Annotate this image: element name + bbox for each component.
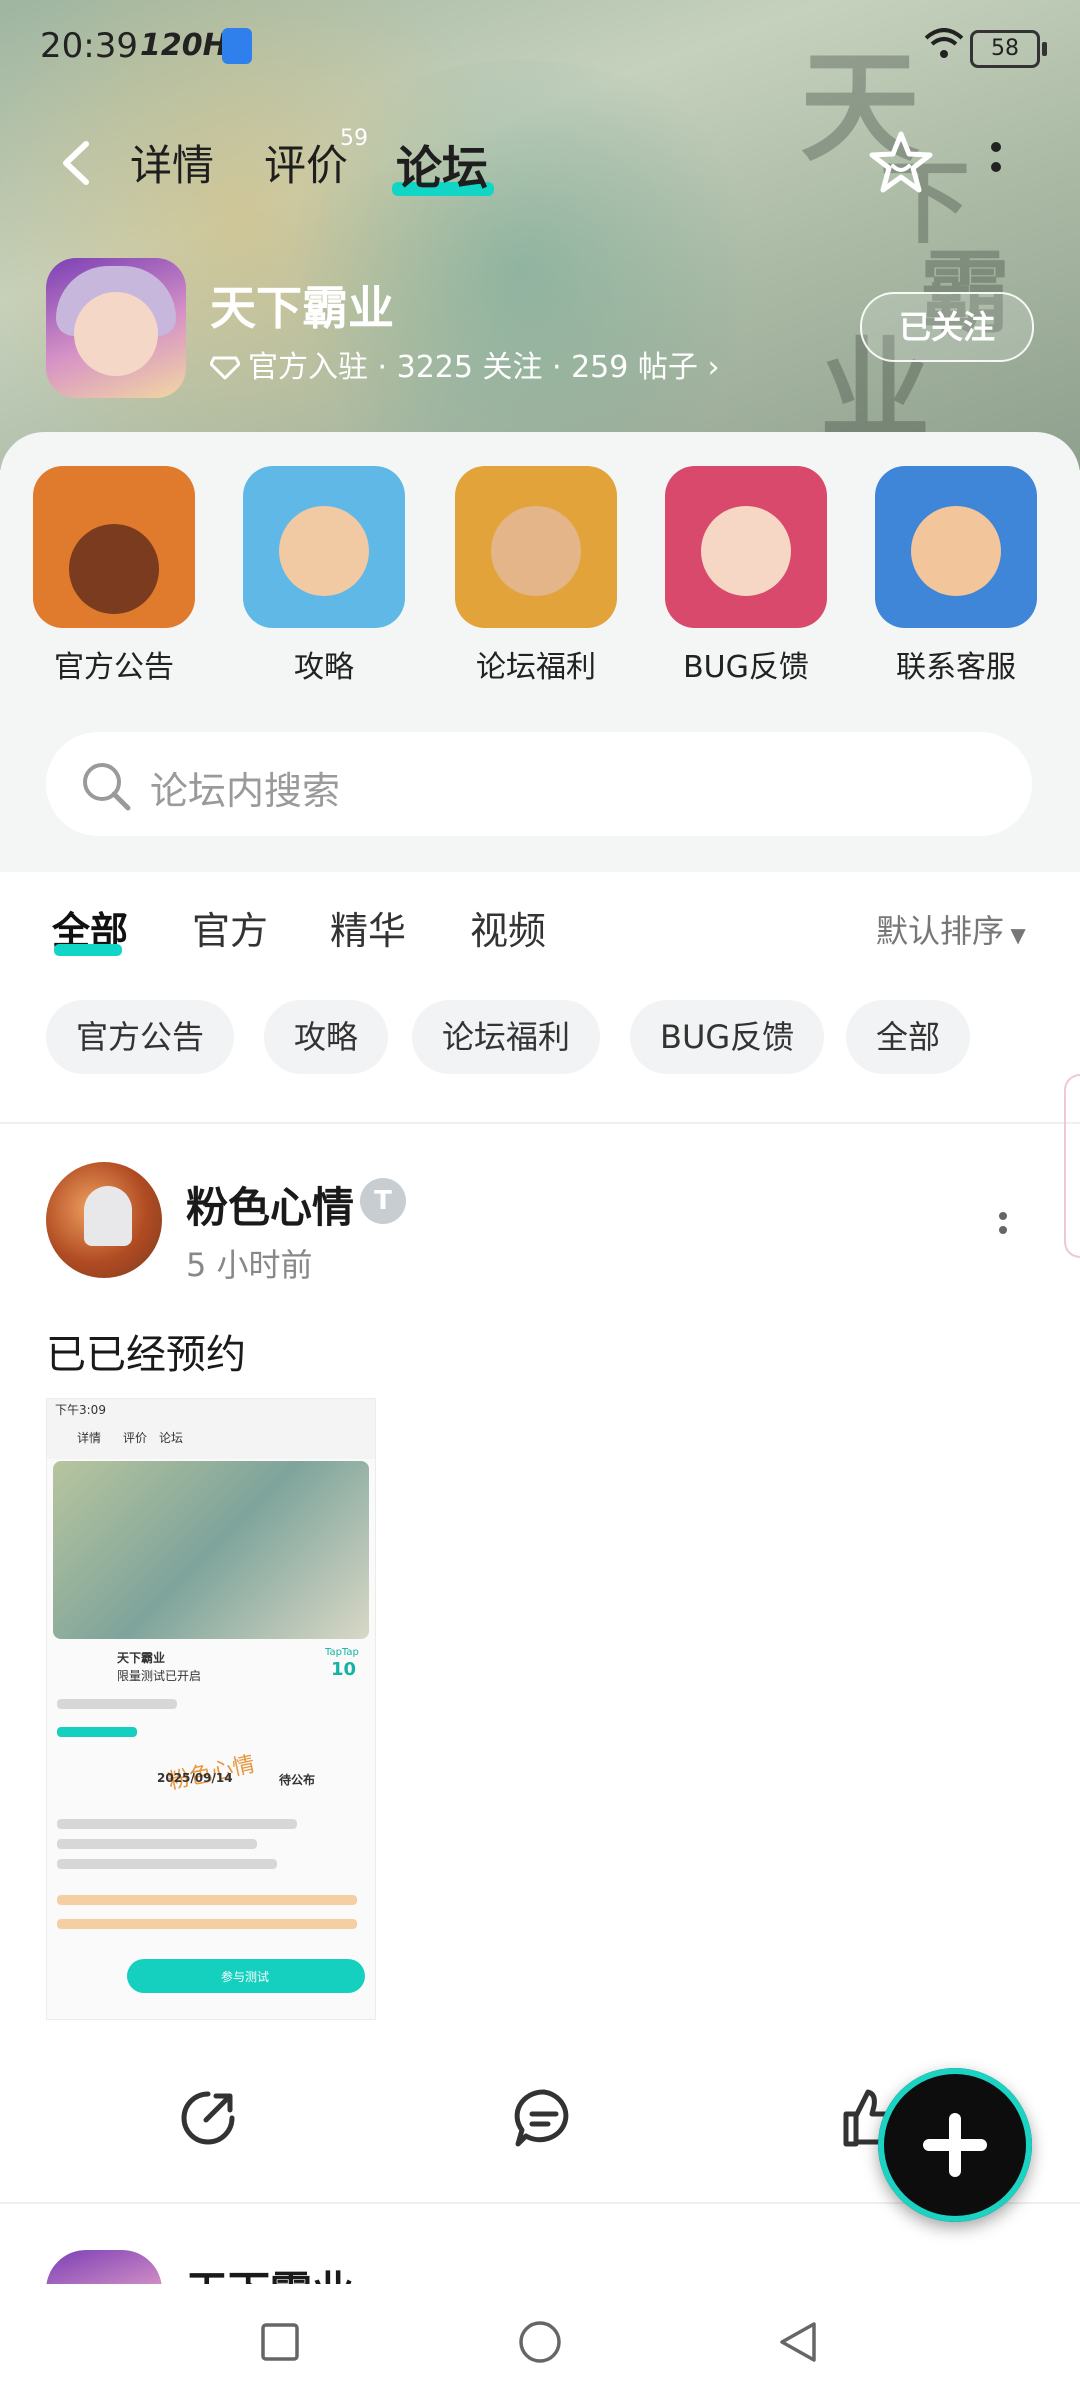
sort-label: 默认排序 <box>876 912 1005 950</box>
game-title: 天下霸业 <box>210 281 394 335</box>
follow-button[interactable]: 已关注 <box>860 292 1034 362</box>
share-icon[interactable] <box>176 2086 240 2150</box>
thumbnail-art <box>53 1461 369 1639</box>
create-post-button[interactable] <box>878 2068 1032 2222</box>
shortcut-label: BUG反馈 <box>683 650 809 685</box>
feed-tab-video[interactable]: 视频 <box>470 900 546 955</box>
game-header-banner: 天 下 霸 业 20:39 120Hz 58 详情 评价 59 论坛 天下霸业 <box>0 0 1080 470</box>
thumb-score: 10 <box>331 1659 357 1680</box>
diamond-icon <box>209 356 241 380</box>
search-placeholder: 论坛内搜索 <box>150 769 341 813</box>
shortcut-official-notice[interactable]: 官方公告 <box>24 466 204 686</box>
top-nav: 详情 评价 59 论坛 <box>0 120 1080 210</box>
shortcut-label: 论坛福利 <box>476 650 596 685</box>
game-meta-text: 官方入驻 · 3225 关注 · 259 帖子 <box>248 350 698 385</box>
shortcut-image <box>243 466 405 628</box>
game-icon[interactable] <box>46 258 186 398</box>
tab-details[interactable]: 详情 <box>130 132 214 193</box>
thumb-pending: 待公布 <box>279 1773 316 1787</box>
sort-dropdown[interactable]: 默认排序 ▼ <box>876 906 1026 952</box>
thumb-taptap: TapTap <box>325 1647 359 1658</box>
search-icon <box>83 763 131 811</box>
thumb-tab: 详情 <box>77 1431 102 1445</box>
favorite-star-icon[interactable] <box>866 128 936 198</box>
reviews-count-badge: 59 <box>340 126 368 151</box>
thumb-tab: 论坛 <box>159 1431 184 1445</box>
thumb-subtitle: 限量测试已开启 <box>117 1669 202 1683</box>
home-circle-icon[interactable] <box>518 2320 562 2364</box>
thumb-date: 2025/09/14 <box>157 1771 233 1785</box>
post-more-icon[interactable] <box>998 1212 1008 1246</box>
filter-chip[interactable]: 全部 <box>846 1000 971 1074</box>
level-badge: T <box>360 1178 406 1224</box>
floating-side-tab[interactable] <box>1064 1074 1080 1258</box>
thumbnail-header: 下午3:09 详情 评价 论坛 <box>47 1399 375 1459</box>
shortcut-label: 官方公告 <box>54 650 174 685</box>
recents-square-icon[interactable] <box>260 2322 300 2362</box>
chevron-right-icon: › <box>697 350 720 385</box>
filter-chip[interactable]: 官方公告 <box>46 1000 235 1074</box>
tab-reviews[interactable]: 评价 <box>264 132 348 193</box>
status-bar: 20:39 120Hz 58 <box>0 0 1080 90</box>
more-options-icon[interactable] <box>990 142 1002 182</box>
shortcut-image <box>33 466 195 628</box>
shortcut-forum-welfare[interactable]: 论坛福利 <box>446 466 626 686</box>
author-name[interactable]: 粉色心情 <box>186 1174 354 1235</box>
filter-chip[interactable]: BUG反馈 <box>630 1000 825 1074</box>
caret-down-icon: ▼ <box>1004 923 1026 947</box>
shortcut-image <box>665 466 827 628</box>
thumb-tab: 评价 <box>123 1431 148 1445</box>
battery-indicator: 58 <box>970 30 1047 68</box>
forum-shortcuts-panel: 官方公告 攻略 论坛福利 BUG反馈 联系客服 论坛内搜索 <box>0 432 1080 872</box>
game-info: 天下霸业 官方入驻 · 3225 关注 · 259 帖子 › 已关注 <box>0 250 1080 410</box>
shortcut-bug-feedback[interactable]: BUG反馈 <box>656 466 836 686</box>
filter-chip[interactable]: 攻略 <box>264 1000 389 1074</box>
download-icon <box>222 28 252 64</box>
post-time: 5 小时前 <box>186 1246 313 1284</box>
thumb-join-label: 参与测试 <box>221 1970 270 1984</box>
shortcut-image <box>875 466 1037 628</box>
shortcut-image <box>455 466 617 628</box>
forum-search-bar[interactable]: 论坛内搜索 <box>46 732 1032 836</box>
shortcut-label: 联系客服 <box>896 650 1016 685</box>
filter-chip[interactable]: 论坛福利 <box>412 1000 601 1074</box>
system-navigation-bar <box>0 2284 1080 2400</box>
wifi-icon <box>924 28 964 58</box>
comment-icon[interactable] <box>512 2086 576 2150</box>
back-triangle-icon[interactable] <box>776 2320 820 2364</box>
post-body: 已已经预约 <box>46 1332 246 1378</box>
status-time: 20:39 <box>40 26 138 66</box>
back-arrow-icon[interactable] <box>56 138 96 188</box>
post-image-thumbnail[interactable]: 下午3:09 详情 评价 论坛 天下霸业 限量测试已开启 TapTap 10 粉… <box>46 1398 376 2020</box>
game-meta[interactable]: 官方入驻 · 3225 关注 · 259 帖子 › <box>209 342 720 386</box>
divider <box>0 1122 1080 1124</box>
author-avatar[interactable] <box>46 1162 162 1278</box>
feed-tab-official[interactable]: 官方 <box>192 900 268 955</box>
feed-tab-featured[interactable]: 精华 <box>330 900 406 955</box>
feed-tab-indicator <box>54 944 122 956</box>
shortcut-customer-service[interactable]: 联系客服 <box>866 466 1046 686</box>
thumb-status-time: 下午3:09 <box>55 1403 106 1417</box>
thumb-game-name: 天下霸业 <box>117 1651 166 1665</box>
shortcut-label: 攻略 <box>294 650 354 685</box>
shortcut-guide[interactable]: 攻略 <box>234 466 414 686</box>
tab-forum[interactable]: 论坛 <box>396 132 488 198</box>
